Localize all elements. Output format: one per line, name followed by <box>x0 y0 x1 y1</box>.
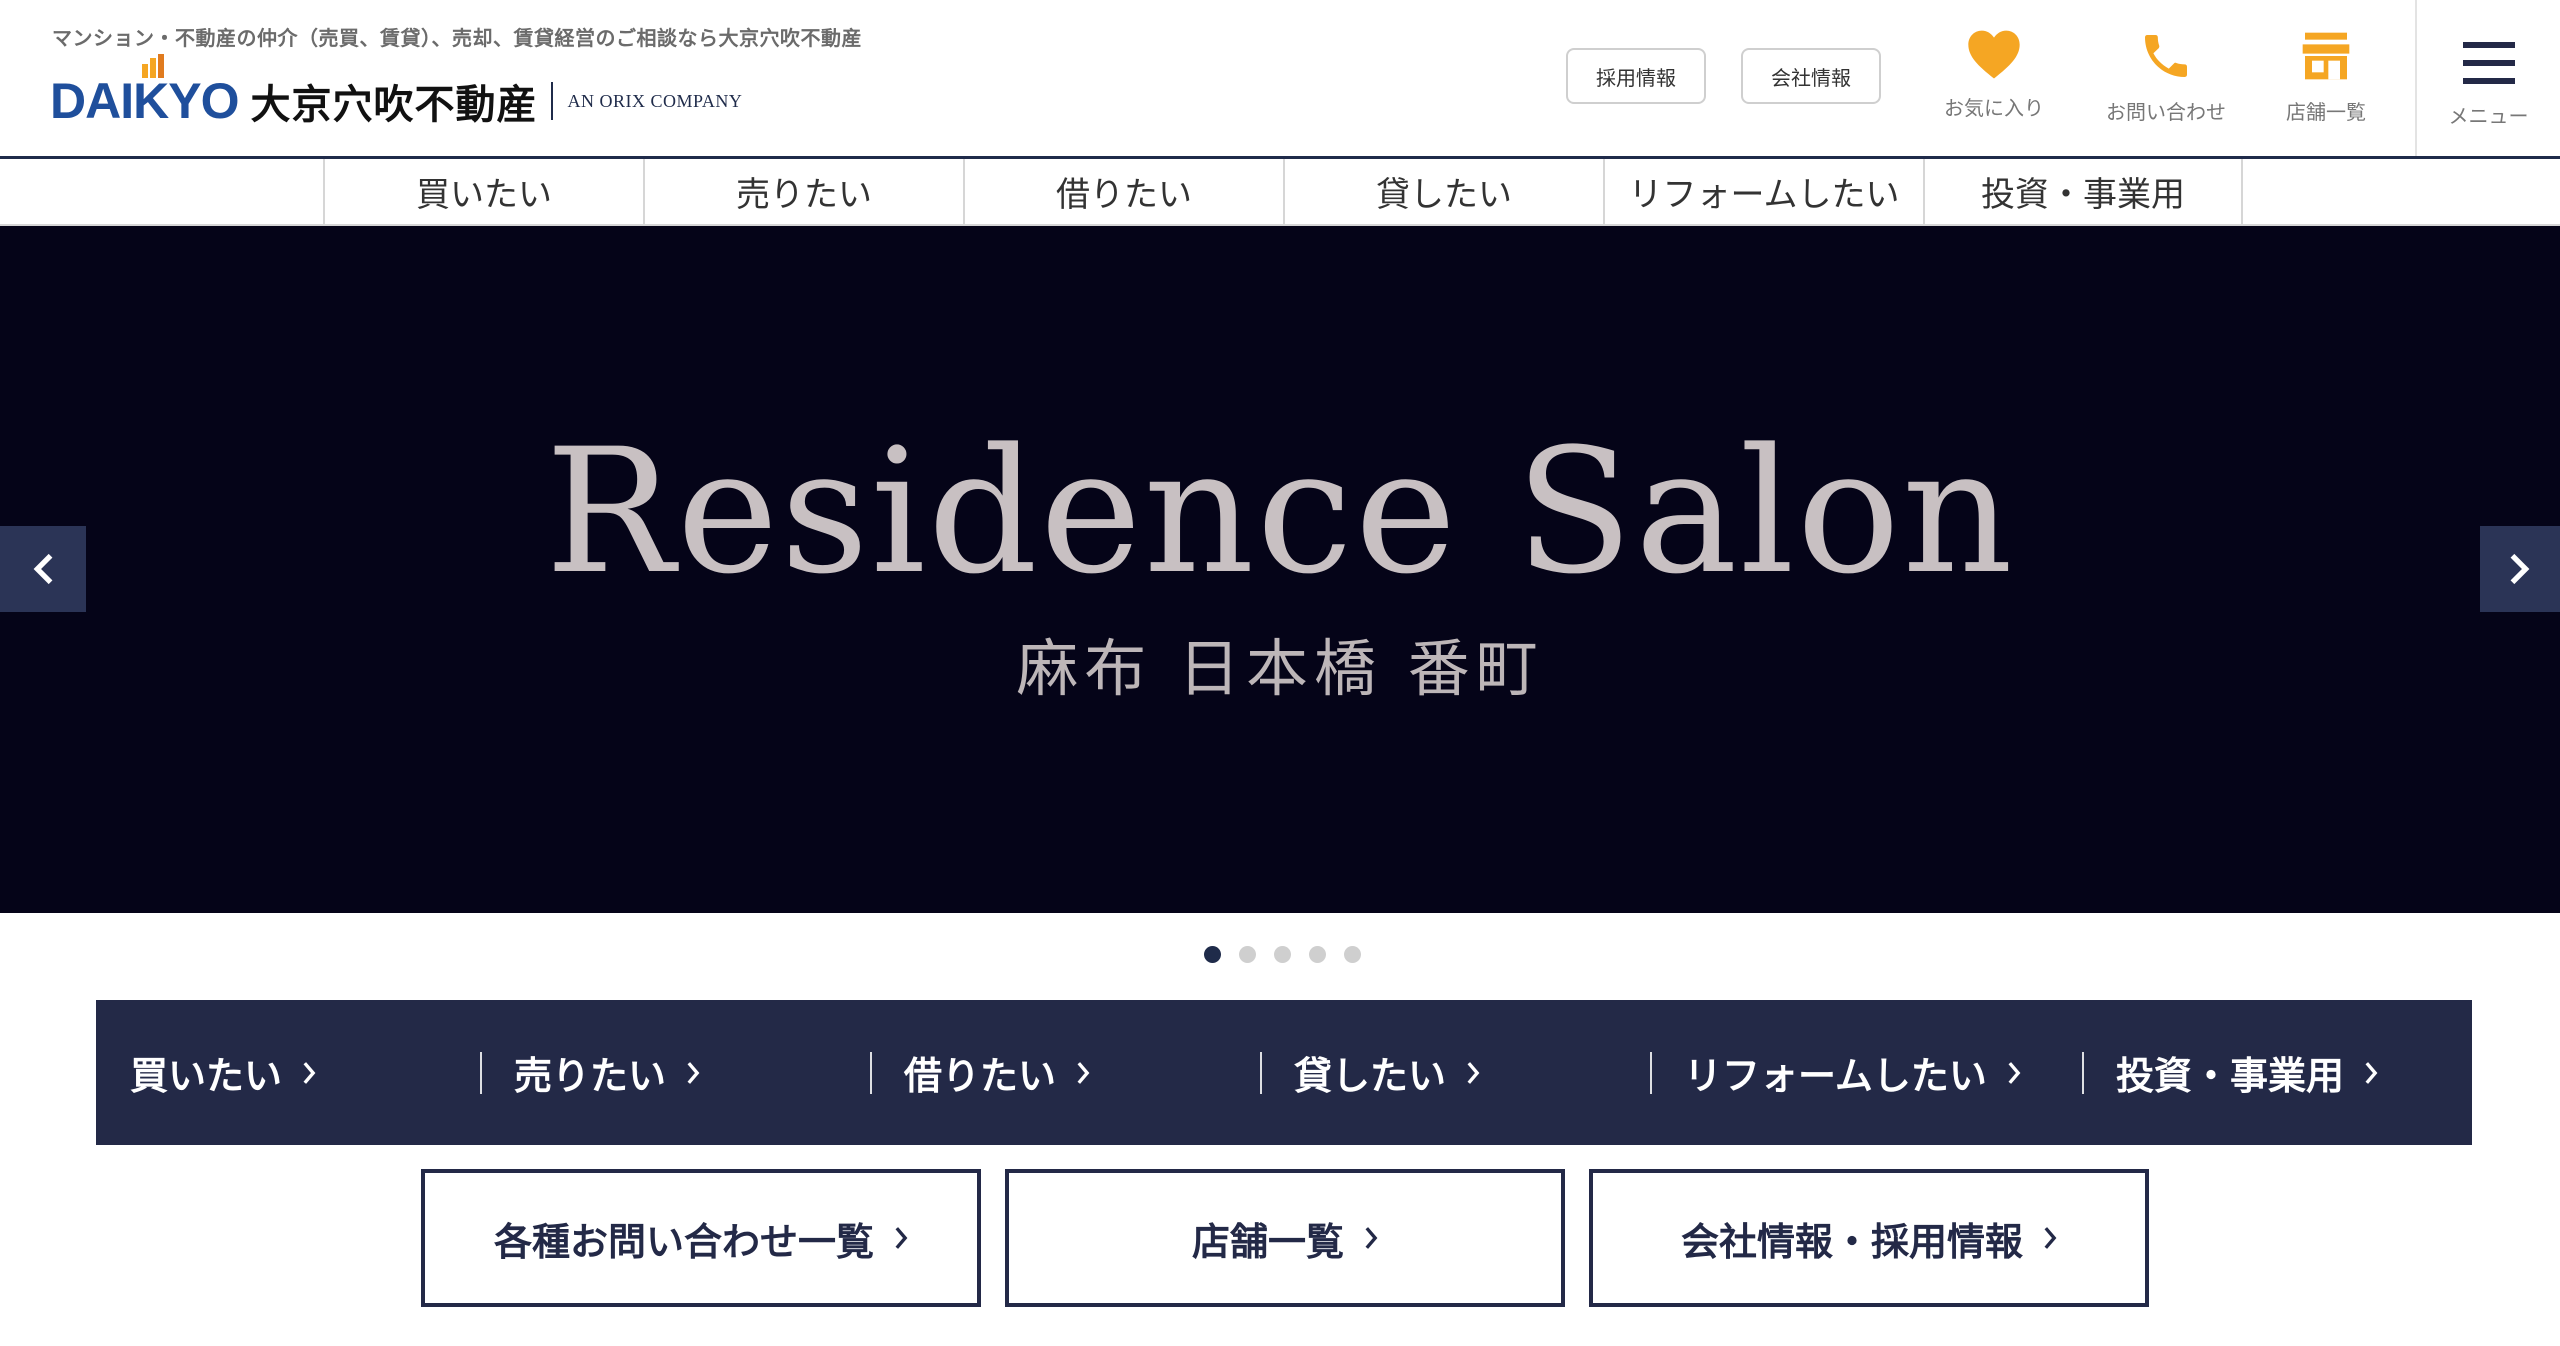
nav-investment[interactable]: 投資・事業用 <box>1923 159 2243 224</box>
contact-list-label: 各種お問い合わせ一覧 <box>493 1219 874 1264</box>
menu-button[interactable]: メニュー <box>2415 0 2560 156</box>
chevron-right-icon <box>1467 1061 1480 1084</box>
store-list-button[interactable]: 店舗一覧 <box>1005 1169 1565 1307</box>
chevron-right-icon <box>1365 1227 1378 1249</box>
logo-wordmark: DAIKYO <box>50 54 239 130</box>
category-investment[interactable]: 投資・事業用 <box>2084 1000 2378 1145</box>
category-divider <box>480 1051 482 1094</box>
company-recruit-button[interactable]: 会社情報・採用情報 <box>1589 1169 2149 1307</box>
contact-label: お問い合わせ <box>2106 100 2226 124</box>
chevron-right-icon <box>2510 553 2530 585</box>
category-bar: 買いたい 売りたい 借りたい 貸したい リフォームしたい 投資・事業用 <box>96 1000 2472 1145</box>
nav-reform[interactable]: リフォームしたい <box>1603 159 1923 224</box>
slider-pagination <box>1204 946 1361 963</box>
category-divider <box>1650 1051 1652 1094</box>
site-header: マンション・不動産の仲介（売買、賃貸）、売却、賃貸経営のご相談なら大京穴吹不動産… <box>0 0 2560 156</box>
category-reform-label: リフォームしたい <box>1684 1054 1987 1098</box>
site-tagline: マンション・不動産の仲介（売買、賃貸）、売却、賃貸経営のご相談なら大京穴吹不動産 <box>52 26 862 50</box>
slider-next-button[interactable] <box>2480 526 2560 612</box>
favorites-label: お気に入り <box>1944 96 2044 120</box>
chevron-right-icon <box>303 1061 316 1084</box>
chevron-right-icon <box>1077 1061 1090 1084</box>
global-nav: 買いたい 売りたい 借りたい 貸したい リフォームしたい 投資・事業用 <box>0 156 2560 226</box>
chevron-left-icon <box>33 553 53 585</box>
category-reform[interactable]: リフォームしたい <box>1652 1000 2082 1145</box>
nav-buy[interactable]: 買いたい <box>323 159 643 224</box>
hero-slider[interactable]: Residence Salon 麻布 日本橋 番町 <box>0 226 2560 913</box>
chevron-right-icon <box>2008 1061 2021 1084</box>
category-rent[interactable]: 借りたい <box>872 1000 1260 1145</box>
favorites-link[interactable]: お気に入り <box>1934 28 2054 138</box>
store-list-label: 店舗一覧 <box>1191 1219 1344 1264</box>
company-recruit-label: 会社情報・採用情報 <box>1680 1219 2023 1264</box>
company-info-button[interactable]: 会社情報 <box>1741 48 1881 104</box>
category-divider <box>2082 1051 2084 1094</box>
category-lease-label: 貸したい <box>1294 1054 1447 1098</box>
logo-divider <box>551 82 554 120</box>
slider-dot-4[interactable] <box>1309 946 1326 963</box>
logo-bars-icon <box>142 54 164 78</box>
logo-japanese-name: 大京穴吹不動産 <box>250 82 538 128</box>
chevron-right-icon <box>2044 1227 2057 1249</box>
chevron-right-icon <box>687 1061 700 1084</box>
slider-dot-2[interactable] <box>1239 946 1256 963</box>
phone-icon <box>2145 35 2187 77</box>
contact-link[interactable]: お問い合わせ <box>2106 28 2226 138</box>
category-lease[interactable]: 貸したい <box>1262 1000 1650 1145</box>
heart-icon <box>1968 30 2020 79</box>
category-investment-label: 投資・事業用 <box>2116 1054 2345 1098</box>
hero-subtitle: 麻布 日本橋 番町 <box>1016 632 1544 705</box>
slider-dot-5[interactable] <box>1344 946 1361 963</box>
recruit-button[interactable]: 採用情報 <box>1566 48 1706 104</box>
hamburger-icon <box>2462 42 2515 84</box>
slider-dot-3[interactable] <box>1274 946 1291 963</box>
stores-label: 店舗一覧 <box>2286 100 2366 124</box>
category-sell[interactable]: 売りたい <box>482 1000 870 1145</box>
hero-title: Residence Salon <box>545 411 2015 612</box>
slider-dot-1[interactable] <box>1204 946 1221 963</box>
menu-label: メニュー <box>2448 104 2529 128</box>
category-divider <box>870 1051 872 1094</box>
category-divider <box>1260 1051 1262 1094</box>
nav-lease[interactable]: 貸したい <box>1283 159 1603 224</box>
chevron-right-icon <box>2365 1061 2378 1084</box>
stores-link[interactable]: 店舗一覧 <box>2266 28 2386 138</box>
category-buy[interactable]: 買いたい <box>130 1000 480 1145</box>
store-icon <box>2302 32 2350 80</box>
nav-rent[interactable]: 借りたい <box>963 159 1283 224</box>
category-rent-label: 借りたい <box>904 1054 1057 1098</box>
logo-orix-text: AN ORIX COMPANY <box>567 90 743 111</box>
nav-sell[interactable]: 売りたい <box>643 159 963 224</box>
site-logo[interactable]: DAIKYO 大京穴吹不動産 AN ORIX COMPANY <box>50 54 743 136</box>
chevron-right-icon <box>895 1227 908 1249</box>
contact-list-button[interactable]: 各種お問い合わせ一覧 <box>421 1169 981 1307</box>
category-buy-label: 買いたい <box>130 1054 283 1098</box>
slider-prev-button[interactable] <box>0 526 86 612</box>
category-sell-label: 売りたい <box>514 1054 667 1098</box>
